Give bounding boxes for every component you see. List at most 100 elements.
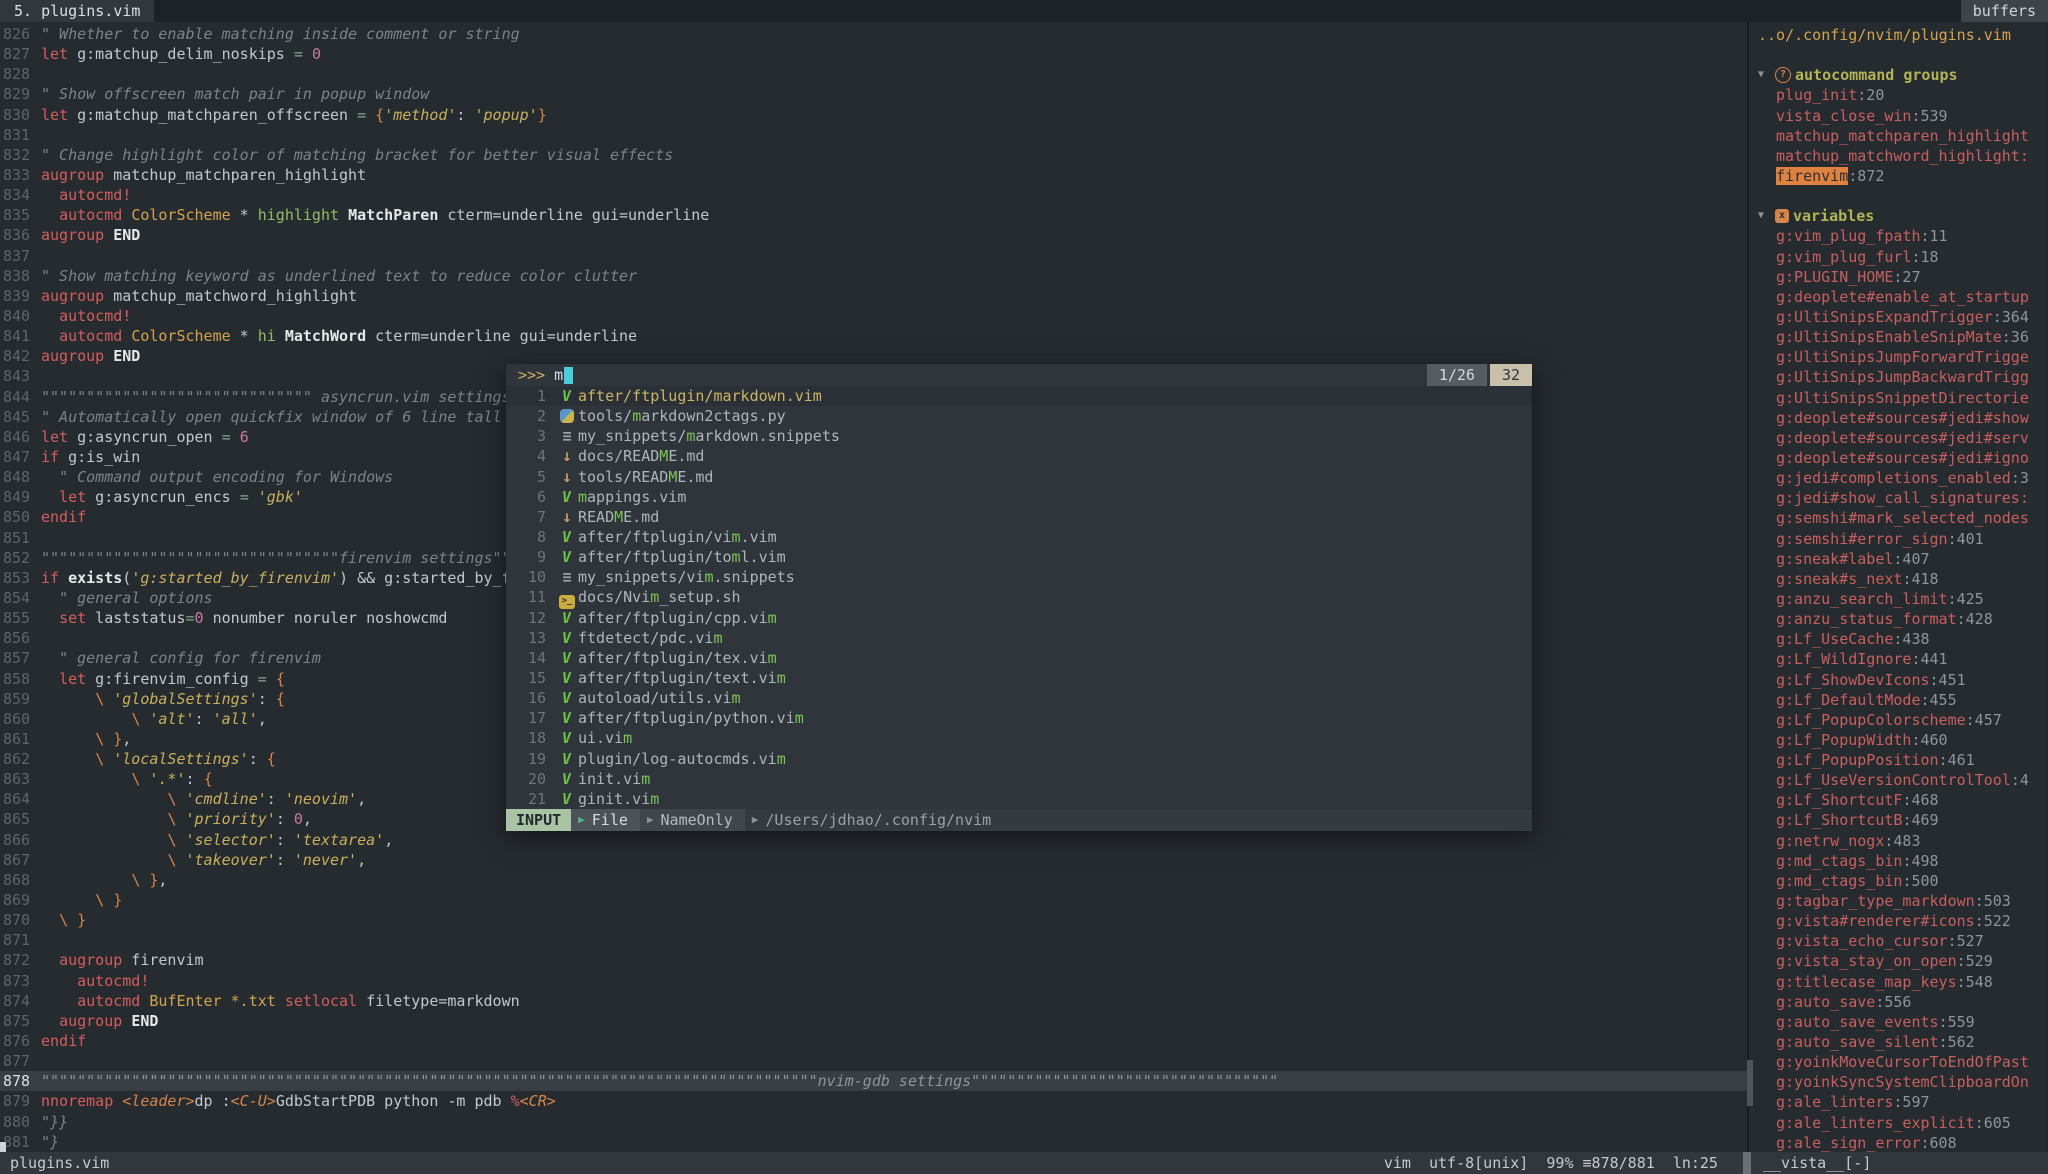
code-line[interactable]: 867 \ 'takeover': 'never',: [0, 850, 1747, 870]
code-line[interactable]: 833augroup matchup_matchparen_highlight: [0, 165, 1747, 185]
symbol-item[interactable]: g:vista#renderer#icons:522: [1749, 911, 2046, 931]
file-result-row[interactable]: 8Vafter/ftplugin/vim.vim: [506, 527, 1532, 547]
code-line[interactable]: 838" Show matching keyword as underlined…: [0, 266, 1747, 286]
file-result-row[interactable]: 10≡my_snippets/vim.snippets: [506, 567, 1532, 587]
code-line[interactable]: 837: [0, 246, 1747, 266]
code-line[interactable]: 877: [0, 1051, 1747, 1071]
symbol-item[interactable]: g:Lf_UseCache:438: [1749, 629, 2046, 649]
symbol-item[interactable]: g:auto_save:556: [1749, 992, 2046, 1012]
symbol-item[interactable]: matchup_matchword_highlight:: [1749, 146, 2046, 166]
code-line[interactable]: 874 autocmd BufEnter *.txt setlocal file…: [0, 991, 1747, 1011]
code-line[interactable]: 875 augroup END: [0, 1011, 1747, 1031]
file-result-row[interactable]: 15Vafter/ftplugin/text.vim: [506, 668, 1532, 688]
symbol-item[interactable]: g:tagbar_type_markdown:503: [1749, 891, 2046, 911]
file-result-row[interactable]: 11>_docs/Nvim_setup.sh: [506, 587, 1532, 607]
sidebar-scrollbar-thumb[interactable]: [1747, 1060, 1753, 1106]
symbol-item[interactable]: g:Lf_PopupWidth:460: [1749, 730, 2046, 750]
code-line[interactable]: 834 autocmd!: [0, 185, 1747, 205]
symbol-item[interactable]: g:deoplete#sources#jedi#serv: [1749, 428, 2046, 448]
code-line[interactable]: 878"""""""""""""""""""""""""""""""""""""…: [0, 1071, 1747, 1091]
symbol-item[interactable]: g:UltiSnipsJumpBackwardTrigg: [1749, 367, 2046, 387]
code-line[interactable]: 871: [0, 930, 1747, 950]
statusline-separator[interactable]: [1743, 1152, 1751, 1174]
symbol-item[interactable]: g:jedi#completions_enabled:3: [1749, 468, 2046, 488]
symbol-item[interactable]: g:Lf_UseVersionControlTool:4: [1749, 770, 2046, 790]
symbol-item[interactable]: g:auto_save_events:559: [1749, 1012, 2046, 1032]
code-line[interactable]: 827let g:matchup_delim_noskips = 0: [0, 44, 1747, 64]
code-line[interactable]: 828: [0, 64, 1747, 84]
symbol-item[interactable]: plug_init:20: [1749, 85, 2046, 105]
symbol-item[interactable]: vista_close_win:539: [1749, 106, 2046, 126]
code-line[interactable]: 868 \ },: [0, 870, 1747, 890]
symbol-item[interactable]: g:yoinkSyncSystemClipboardOn: [1749, 1072, 2046, 1092]
code-line[interactable]: 870 \ }: [0, 910, 1747, 930]
symbol-item[interactable]: g:Lf_WildIgnore:441: [1749, 649, 2046, 669]
file-result-row[interactable]: 20Vinit.vim: [506, 769, 1532, 789]
file-result-row[interactable]: 5↓tools/README.md: [506, 467, 1532, 487]
symbol-item[interactable]: g:anzu_status_format:428: [1749, 609, 2046, 629]
symbol-item[interactable]: g:vista_stay_on_open:529: [1749, 951, 2046, 971]
symbol-item[interactable]: g:semshi#error_sign:401: [1749, 529, 2046, 549]
file-result-row[interactable]: 17Vafter/ftplugin/python.vim: [506, 708, 1532, 728]
code-line[interactable]: 839augroup matchup_matchword_highlight: [0, 286, 1747, 306]
symbol-item[interactable]: firenvim:872: [1749, 166, 2046, 186]
symbol-item[interactable]: g:ale_sign_error:608: [1749, 1133, 2046, 1152]
code-line[interactable]: 835 autocmd ColorScheme * highlight Matc…: [0, 205, 1747, 225]
symbol-item[interactable]: g:deoplete#sources#jedi#show: [1749, 408, 2046, 428]
code-line[interactable]: 873 autocmd!: [0, 971, 1747, 991]
symbol-item[interactable]: g:UltiSnipsSnippetDirectorie: [1749, 388, 2046, 408]
symbol-item[interactable]: g:UltiSnipsEnableSnipMate:36: [1749, 327, 2046, 347]
symbol-item[interactable]: g:Lf_ShowDevIcons:451: [1749, 670, 2046, 690]
symbol-item[interactable]: g:auto_save_silent:562: [1749, 1032, 2046, 1052]
symbol-item[interactable]: g:Lf_DefaultMode:455: [1749, 690, 2046, 710]
file-result-row[interactable]: 1Vafter/ftplugin/markdown.vim: [506, 386, 1532, 406]
symbol-item[interactable]: g:md_ctags_bin:500: [1749, 871, 2046, 891]
symbol-item[interactable]: g:UltiSnipsExpandTrigger:364: [1749, 307, 2046, 327]
symbol-item[interactable]: g:Lf_PopupPosition:461: [1749, 750, 2046, 770]
code-line[interactable]: 840 autocmd!: [0, 306, 1747, 326]
symbol-item[interactable]: g:ale_linters_explicit:605: [1749, 1113, 2046, 1133]
symbol-item[interactable]: g:UltiSnipsJumpForwardTrigge: [1749, 347, 2046, 367]
code-line[interactable]: 869 \ }: [0, 890, 1747, 910]
file-result-row[interactable]: 16Vautoload/utils.vim: [506, 688, 1532, 708]
symbol-item[interactable]: g:ale_linters:597: [1749, 1092, 2046, 1112]
file-result-row[interactable]: 14Vafter/ftplugin/tex.vim: [506, 648, 1532, 668]
code-line[interactable]: 872 augroup firenvim: [0, 950, 1747, 970]
code-line[interactable]: 826" Whether to enable matching inside c…: [0, 24, 1747, 44]
fuzzy-search-input[interactable]: >>>m 1/2632: [506, 364, 1532, 386]
section-header-variables[interactable]: ▼xvariables: [1749, 206, 2046, 226]
symbol-item[interactable]: g:semshi#mark_selected_nodes: [1749, 508, 2046, 528]
file-result-row[interactable]: 18Vui.vim: [506, 728, 1532, 748]
symbol-item[interactable]: g:vim_plug_fpath:11: [1749, 226, 2046, 246]
code-line[interactable]: 881"}: [0, 1132, 1747, 1152]
symbol-item[interactable]: g:Lf_ShortcutB:469: [1749, 810, 2046, 830]
file-result-row[interactable]: 7↓README.md: [506, 507, 1532, 527]
code-line[interactable]: 831: [0, 125, 1747, 145]
code-line[interactable]: 836augroup END: [0, 225, 1747, 245]
code-line[interactable]: 879nnoremap <leader>dp :<C-U>GdbStartPDB…: [0, 1091, 1747, 1111]
symbol-item[interactable]: g:deoplete#enable_at_startup: [1749, 287, 2046, 307]
file-result-row[interactable]: 13Vftdetect/pdc.vim: [506, 628, 1532, 648]
symbol-item[interactable]: g:Lf_ShortcutF:468: [1749, 790, 2046, 810]
symbol-item[interactable]: g:netrw_nogx:483: [1749, 831, 2046, 851]
code-line[interactable]: 841 autocmd ColorScheme * hi MatchWord c…: [0, 326, 1747, 346]
symbol-item[interactable]: g:sneak#label:407: [1749, 549, 2046, 569]
code-line[interactable]: 880"}}: [0, 1112, 1747, 1132]
file-result-row[interactable]: 2tools/markdown2ctags.py: [506, 406, 1532, 426]
code-line[interactable]: 866 \ 'selector': 'textarea',: [0, 830, 1747, 850]
symbol-item[interactable]: g:sneak#s_next:418: [1749, 569, 2046, 589]
symbol-item[interactable]: g:PLUGIN_HOME:27: [1749, 267, 2046, 287]
code-line[interactable]: 832" Change highlight color of matching …: [0, 145, 1747, 165]
symbol-item[interactable]: g:Lf_PopupColorscheme:457: [1749, 710, 2046, 730]
code-line[interactable]: 876endif: [0, 1031, 1747, 1051]
symbol-item[interactable]: g:deoplete#sources#jedi#igno: [1749, 448, 2046, 468]
file-result-row[interactable]: 6Vmappings.vim: [506, 487, 1532, 507]
symbol-item[interactable]: matchup_matchparen_highlight: [1749, 126, 2046, 146]
symbol-item[interactable]: g:jedi#show_call_signatures:: [1749, 488, 2046, 508]
file-result-row[interactable]: 9Vafter/ftplugin/toml.vim: [506, 547, 1532, 567]
symbol-item[interactable]: g:md_ctags_bin:498: [1749, 851, 2046, 871]
file-result-row[interactable]: 21Vginit.vim: [506, 789, 1532, 809]
buffers-button[interactable]: buffers: [1961, 0, 2048, 22]
symbol-item[interactable]: g:titlecase_map_keys:548: [1749, 972, 2046, 992]
tab-plugins-vim[interactable]: 5. plugins.vim: [0, 0, 154, 22]
